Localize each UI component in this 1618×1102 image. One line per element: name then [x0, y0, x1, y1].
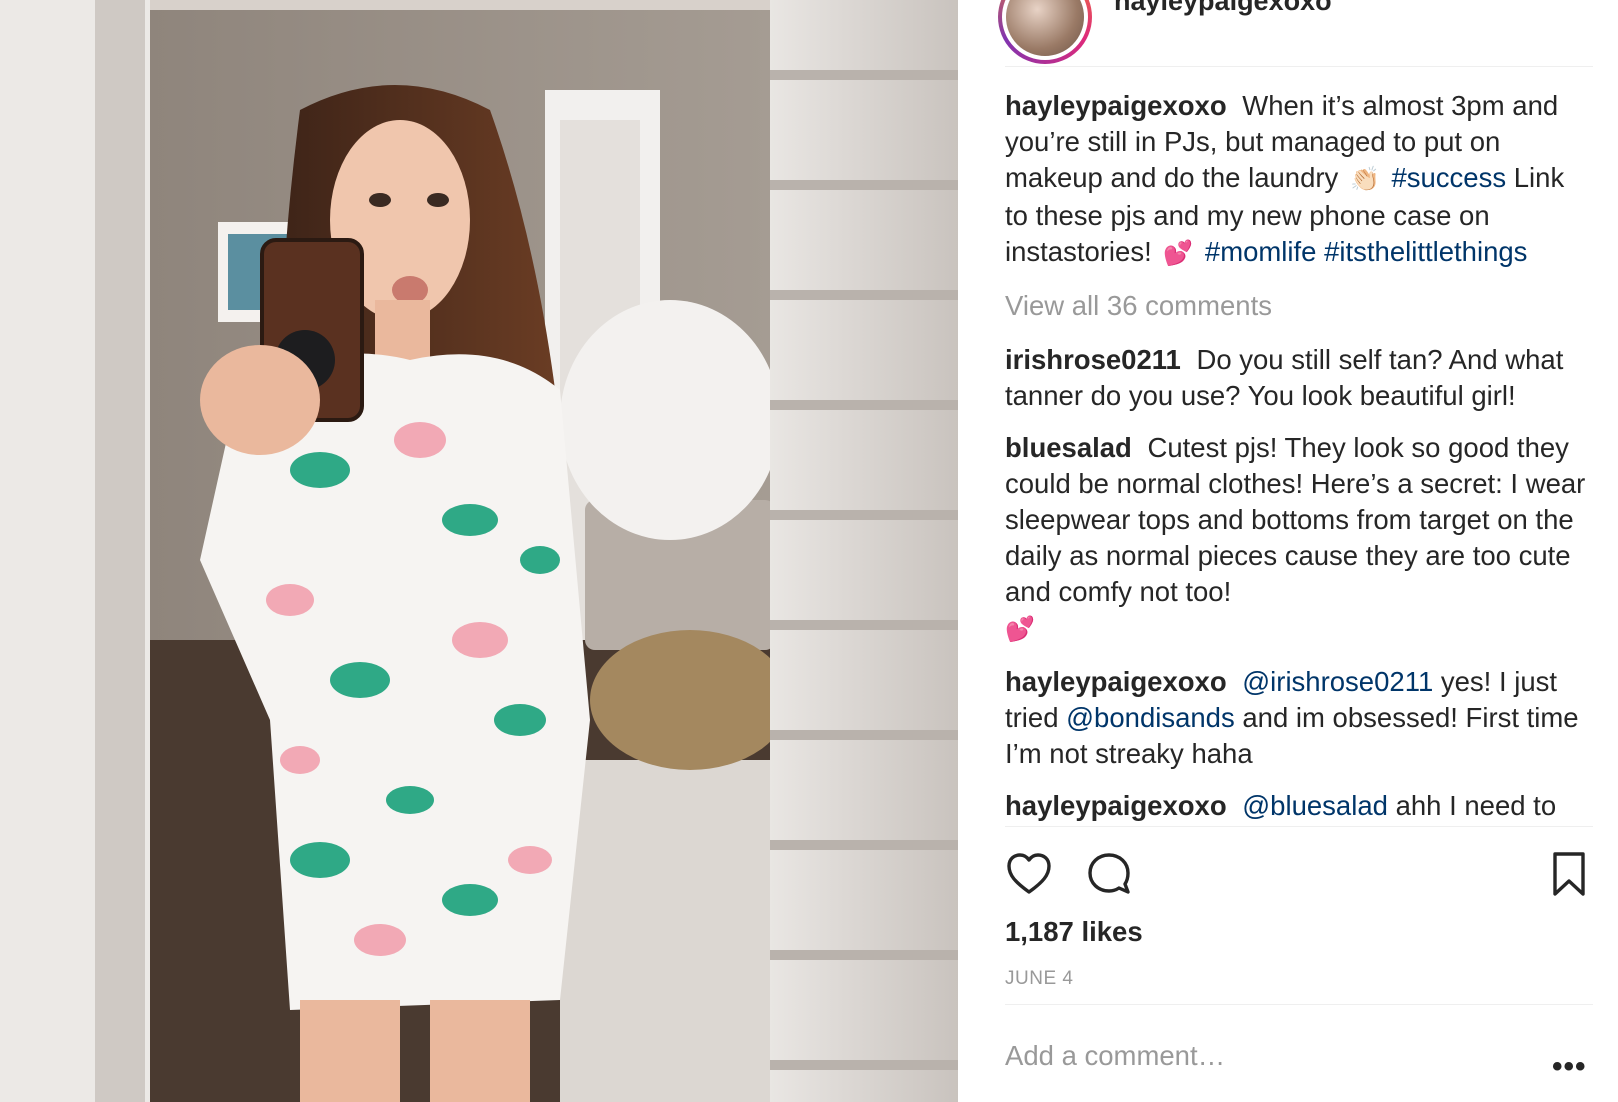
comments-list[interactable]: hayleypaigexoxo When it’s almost 3pm and…: [1005, 88, 1593, 826]
comment-username[interactable]: hayleypaigexoxo: [1005, 666, 1227, 697]
two-hearts-emoji: 💕: [1005, 616, 1035, 643]
avatar[interactable]: [998, 0, 1092, 64]
mention-irishrose0211[interactable]: @irishrose0211: [1242, 666, 1433, 697]
comment-item: hayleypaigexoxo @irishrose0211 yes! I ju…: [1005, 664, 1593, 772]
hashtag-momlife[interactable]: #momlife: [1205, 236, 1317, 267]
likes-count[interactable]: 1,187 likes: [1005, 916, 1143, 948]
action-bar: [1005, 850, 1593, 902]
comment-item: hayleypaigexoxo @bluesalad ahh I need to: [1005, 788, 1593, 824]
avatar-photo: [1002, 0, 1088, 60]
mention-bondisands[interactable]: @bondisands: [1066, 702, 1235, 733]
comment-item: bluesalad Cutest pjs! They look so good …: [1005, 430, 1593, 648]
header-username[interactable]: hayleypaigexoxo: [1114, 0, 1332, 17]
mirror-selfie-image: [0, 0, 958, 1102]
post-header: hayleypaigexoxo: [958, 0, 1618, 68]
clapping-hands-emoji: 👏🏻: [1349, 166, 1380, 193]
ellipsis-icon[interactable]: •••: [1552, 1050, 1587, 1084]
comments-divider: [1005, 826, 1593, 827]
comment-username[interactable]: bluesalad: [1005, 432, 1132, 463]
add-comment-input[interactable]: [1005, 1040, 1505, 1072]
comment-username[interactable]: hayleypaigexoxo: [1005, 790, 1227, 821]
bookmark-icon[interactable]: [1545, 850, 1593, 898]
comment-text: ahh I need to: [1395, 790, 1557, 821]
post-photo[interactable]: [0, 0, 958, 1102]
hashtag-itsthelittlethings[interactable]: #itsthelittlethings: [1324, 236, 1527, 267]
heart-icon[interactable]: [1005, 850, 1053, 898]
header-divider: [1005, 66, 1593, 67]
speech-bubble-icon[interactable]: [1085, 850, 1133, 898]
instagram-post-view: hayleypaigexoxo hayleypaigexoxo When it’…: [0, 0, 1618, 1102]
hashtag-success[interactable]: #success: [1391, 162, 1506, 193]
post-date: JUNE 4: [1005, 968, 1074, 989]
caption: hayleypaigexoxo When it’s almost 3pm and…: [1005, 88, 1593, 272]
comment-username[interactable]: irishrose0211: [1005, 344, 1181, 375]
mention-bluesalad[interactable]: @bluesalad: [1242, 790, 1388, 821]
two-hearts-emoji: 💕: [1163, 240, 1194, 267]
footer-divider: [1005, 1004, 1593, 1005]
post-sidebar: hayleypaigexoxo hayleypaigexoxo When it’…: [958, 0, 1618, 1102]
caption-username[interactable]: hayleypaigexoxo: [1005, 90, 1227, 121]
view-all-comments-link[interactable]: View all 36 comments: [1005, 288, 1593, 324]
comment-item: irishrose0211 Do you still self tan? And…: [1005, 342, 1593, 414]
